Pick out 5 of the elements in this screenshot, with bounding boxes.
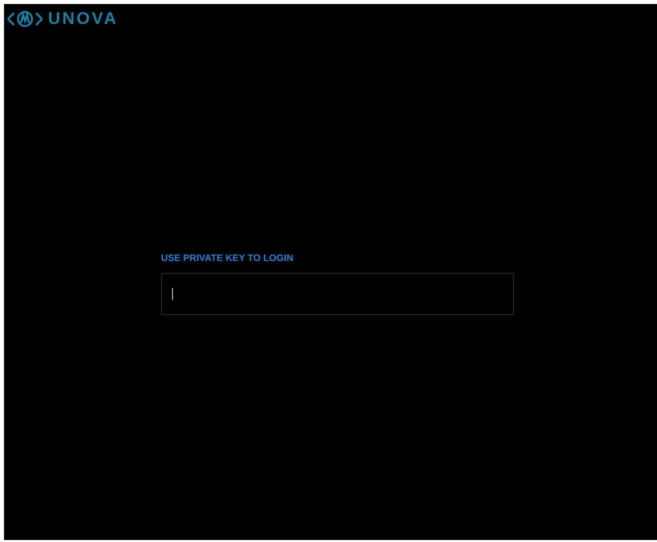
- text-cursor: [172, 288, 173, 300]
- brand-name: UNOVA: [48, 9, 118, 29]
- eye-logo-icon: [6, 10, 44, 28]
- private-key-field[interactable]: [161, 273, 514, 315]
- field-label: USE PRIVATE KEY TO LOGIN: [161, 253, 294, 264]
